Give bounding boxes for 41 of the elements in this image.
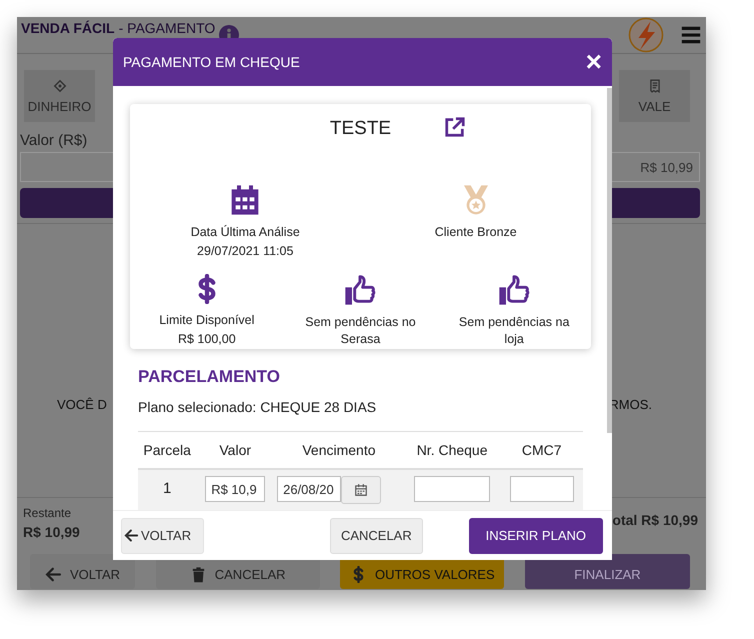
menu-icon bbox=[680, 24, 702, 46]
thumbs-up-icon bbox=[344, 274, 376, 306]
section-title: PARCELAMENTO bbox=[138, 367, 281, 387]
page-title: - PAGAMENTO bbox=[118, 20, 216, 36]
amount-label: Valor (R$) bbox=[20, 132, 88, 149]
indicator-value: R$ 100,00 bbox=[178, 331, 236, 348]
indicator-label: Limite Disponível bbox=[159, 312, 254, 329]
customer-name: TESTE bbox=[330, 118, 392, 140]
message-text: VOCÊ D bbox=[57, 397, 107, 414]
calendar-small-icon bbox=[354, 483, 368, 497]
close-button[interactable]: × bbox=[586, 48, 602, 76]
date-field[interactable]: 26/08/20 bbox=[277, 476, 342, 502]
total-text: otal R$ 10,99 bbox=[612, 512, 698, 530]
remaining-value: R$ 10,99 bbox=[23, 524, 80, 540]
indicator-value: 29/07/2021 11:05 bbox=[197, 243, 294, 260]
calendar-button[interactable] bbox=[341, 476, 382, 504]
ticket-icon bbox=[52, 78, 66, 92]
scrollbar[interactable] bbox=[607, 88, 612, 433]
indicator-label: Sem pendências na loja bbox=[458, 314, 570, 348]
plan-text: Plano selecionado: CHEQUE 28 DIAS bbox=[138, 399, 378, 415]
cancel-button[interactable]: CANCELAR bbox=[330, 518, 423, 554]
app-title: VENDA FÁCIL bbox=[21, 20, 115, 36]
table-cell-text: 1 bbox=[162, 479, 172, 497]
modal-title: PAGAMENTO EM CHEQUE bbox=[123, 54, 300, 70]
arrow-left-icon bbox=[44, 566, 62, 582]
back-button[interactable]: VOLTAR bbox=[30, 554, 135, 589]
thumbs-up-icon bbox=[498, 274, 530, 306]
back-button[interactable]: VOLTAR bbox=[121, 518, 204, 554]
indicator-label: Data Última Análise bbox=[190, 224, 300, 241]
indicator-label: Sem pendências no Serasa bbox=[304, 314, 417, 348]
logo-icon bbox=[628, 17, 664, 53]
arrow-left-icon bbox=[124, 528, 139, 543]
insert-plan-button[interactable]: INSERIR PLANO bbox=[468, 518, 603, 554]
cheque-number-field[interactable] bbox=[414, 476, 490, 502]
calendar-icon bbox=[229, 184, 262, 216]
value-field[interactable]: R$ 10,9 bbox=[205, 476, 266, 502]
cmc7-field[interactable] bbox=[510, 476, 574, 502]
receipt-icon bbox=[648, 78, 662, 92]
remaining-label: Restante bbox=[23, 506, 72, 520]
external-link-icon bbox=[444, 116, 466, 138]
indicator-label: Cliente Bronze bbox=[434, 224, 517, 241]
